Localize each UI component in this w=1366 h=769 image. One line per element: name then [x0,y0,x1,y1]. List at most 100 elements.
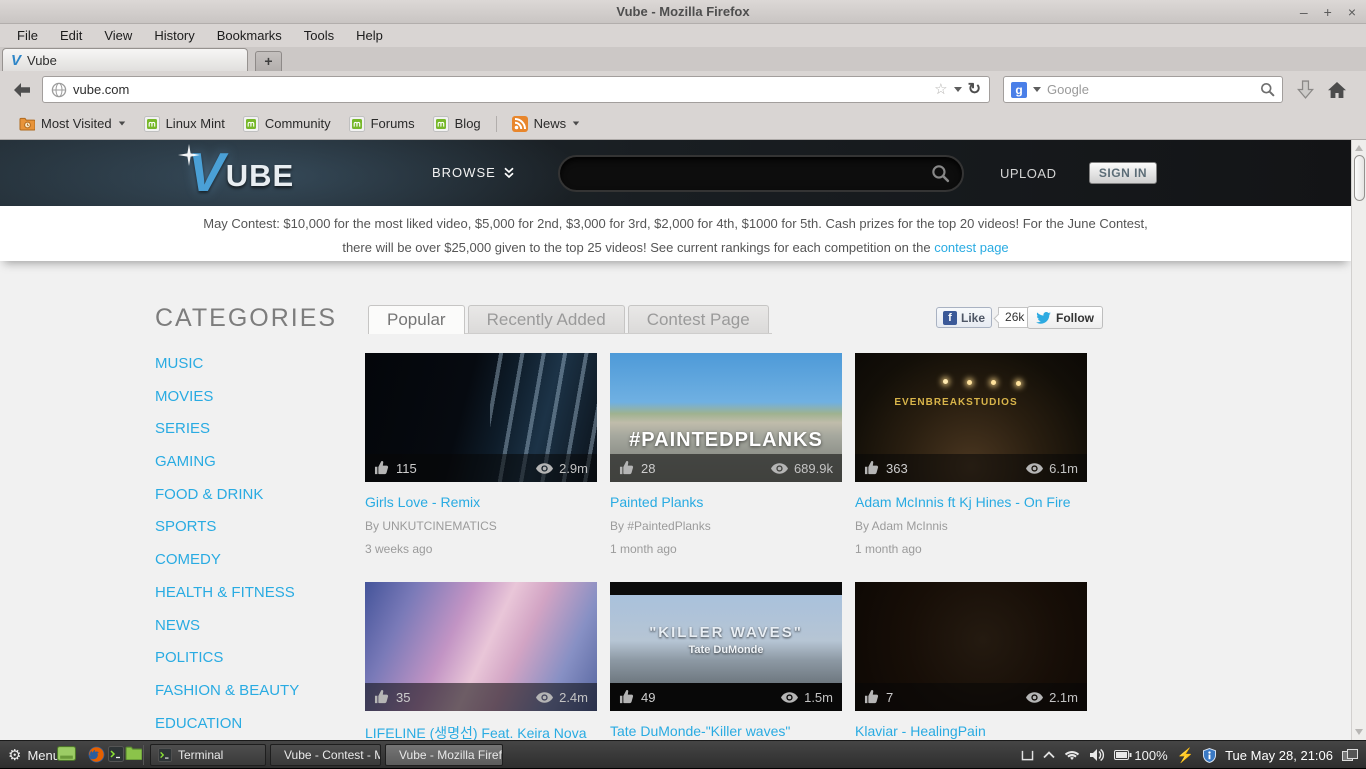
video-thumbnail[interactable]: 115 2.9m [365,353,597,482]
upload-link[interactable]: UPLOAD [1000,166,1056,181]
new-tab-button[interactable]: + [255,51,282,71]
category-item: COMEDY [155,551,370,584]
facebook-like-button[interactable]: f Like [936,307,992,328]
twitter-follow-button[interactable]: Follow [1027,306,1103,329]
gear-icon: ⚙ [8,748,21,763]
video-title[interactable]: LIFELINE (생명선) Feat. Keira Nova [365,723,597,740]
video-title[interactable]: Girls Love - Remix [365,494,597,510]
category-health-fitness[interactable]: HEALTH & FITNESS [155,584,295,601]
window-list-icon[interactable] [1021,750,1034,761]
terminal-launcher[interactable] [108,746,124,767]
tab-contest-page[interactable]: Contest Page [628,305,769,333]
scrollbar-thumb[interactable] [1354,155,1365,201]
maximize-button[interactable]: + [1324,5,1332,19]
menu-edit[interactable]: Edit [49,24,93,47]
url-bar[interactable]: ☆ ↻ [42,76,990,103]
menu-view[interactable]: View [93,24,143,47]
files-launcher[interactable] [125,746,142,765]
back-button[interactable] [10,78,34,102]
menu-button[interactable]: ⚙ Menu [8,741,60,769]
menu-label: Menu [27,748,60,763]
google-engine-icon[interactable]: g [1011,82,1027,98]
category-fashion-beauty[interactable]: FASHION & BEAUTY [155,682,299,699]
category-food-drink[interactable]: FOOD & DRINK [155,486,263,503]
browser-search-bar[interactable]: g [1003,76,1283,103]
taskbar-window-terminal[interactable]: Terminal [150,744,266,766]
like-label: Like [961,311,985,325]
bookmarks-separator [496,116,497,132]
menu-file[interactable]: File [6,24,49,47]
tab-recently-added[interactable]: Recently Added [468,305,625,333]
url-dropdown-icon[interactable] [954,87,962,92]
engine-dropdown-icon[interactable] [1033,87,1041,92]
workspace-switcher-icon[interactable] [1342,749,1358,761]
clock[interactable]: Tue May 28, 21:06 [1225,748,1333,763]
reload-icon[interactable]: ↻ [968,82,981,98]
chevron-up-icon[interactable] [1043,751,1055,759]
update-shield-icon[interactable] [1203,748,1216,763]
site-search-bar[interactable] [558,155,964,192]
category-item: HEALTH & FITNESS [155,584,370,617]
power-charging-icon[interactable]: ⚡ [1177,748,1194,762]
category-politics[interactable]: POLITICS [155,649,223,666]
vube-logo[interactable]: V UBE [188,142,294,202]
url-input[interactable] [73,82,928,97]
bookmark-news[interactable]: News [503,116,590,132]
site-search-input[interactable] [560,166,931,182]
category-gaming[interactable]: GAMING [155,453,216,470]
speaker-icon[interactable] [1089,748,1105,762]
home-button[interactable] [1328,82,1346,98]
sign-in-button[interactable]: SIGN IN [1089,162,1157,184]
tab-popular[interactable]: Popular [368,305,465,334]
menu-tools[interactable]: Tools [293,24,345,47]
video-thumbnail[interactable]: #PAINTEDPLANKS 28 689.9k [610,353,842,482]
menu-history[interactable]: History [143,24,205,47]
video-thumbnail[interactable]: 35 2.4m [365,582,597,711]
video-title[interactable]: Painted Planks [610,494,842,510]
taskbar-window-vube-contest[interactable]: Vube - Contest - M... [270,744,381,766]
bookmark-star-icon[interactable]: ☆ [934,82,947,97]
taskbar: ⚙ Menu Terminal Vube - Contest - M... Vu… [0,740,1366,768]
video-title[interactable]: Adam McInnis ft Kj Hines - On Fire [855,494,1087,510]
bookmark-linux-mint[interactable]: Linux Mint [135,116,234,132]
category-comedy[interactable]: COMEDY [155,551,221,568]
bookmark-most-visited[interactable]: Most Visited [10,116,135,131]
category-news[interactable]: NEWS [155,617,200,634]
video-title[interactable]: Klaviar - HealingPain [855,723,1087,739]
browse-menu[interactable]: BROWSE [432,165,515,180]
battery-indicator[interactable]: 100% [1114,748,1167,763]
site-search-icon[interactable] [931,164,950,183]
category-series[interactable]: SERIES [155,420,210,437]
menu-bookmarks[interactable]: Bookmarks [206,24,293,47]
firefox-icon [88,746,105,763]
scroll-up-icon[interactable] [1355,145,1363,151]
menu-help[interactable]: Help [345,24,394,47]
bookmark-blog[interactable]: Blog [424,116,490,132]
video-thumbnail[interactable]: EVENBREAKSTUDIOS 363 6.1m [855,353,1087,482]
wifi-icon[interactable] [1064,749,1080,761]
category-movies[interactable]: MOVIES [155,388,213,405]
scroll-down-icon[interactable] [1355,729,1363,735]
category-education[interactable]: EDUCATION [155,715,242,732]
video-thumbnail[interactable]: 7 2.1m [855,582,1087,711]
browser-tab-vube[interactable]: V Vube [2,48,248,71]
bookmark-label: Blog [455,116,481,131]
bookmark-forums[interactable]: Forums [340,116,424,132]
search-icon[interactable] [1260,82,1275,97]
category-music[interactable]: MUSIC [155,355,203,372]
bookmarks-toolbar: Most Visited Linux Mint Community Forums… [0,108,1366,140]
bookmark-community[interactable]: Community [234,116,340,132]
show-desktop-button[interactable] [57,746,76,766]
firefox-launcher[interactable] [88,746,105,768]
browser-search-input[interactable] [1047,82,1254,97]
minimize-button[interactable]: – [1300,5,1308,19]
category-sports[interactable]: SPORTS [155,518,216,535]
close-button[interactable]: × [1348,5,1356,19]
contest-page-link[interactable]: contest page [934,240,1008,255]
contest-banner: May Contest: $10,000 for the most liked … [0,206,1351,261]
video-thumbnail[interactable]: "KILLER WAVES" Tate DuMonde 49 1.5m [610,582,842,711]
video-title[interactable]: Tate DuMonde-"Killer waves" [610,723,842,739]
taskbar-window-vube-firefox[interactable]: Vube - Mozilla Firefox [385,744,503,766]
downloads-button[interactable] [1297,80,1314,99]
page-scrollbar[interactable] [1351,140,1366,740]
